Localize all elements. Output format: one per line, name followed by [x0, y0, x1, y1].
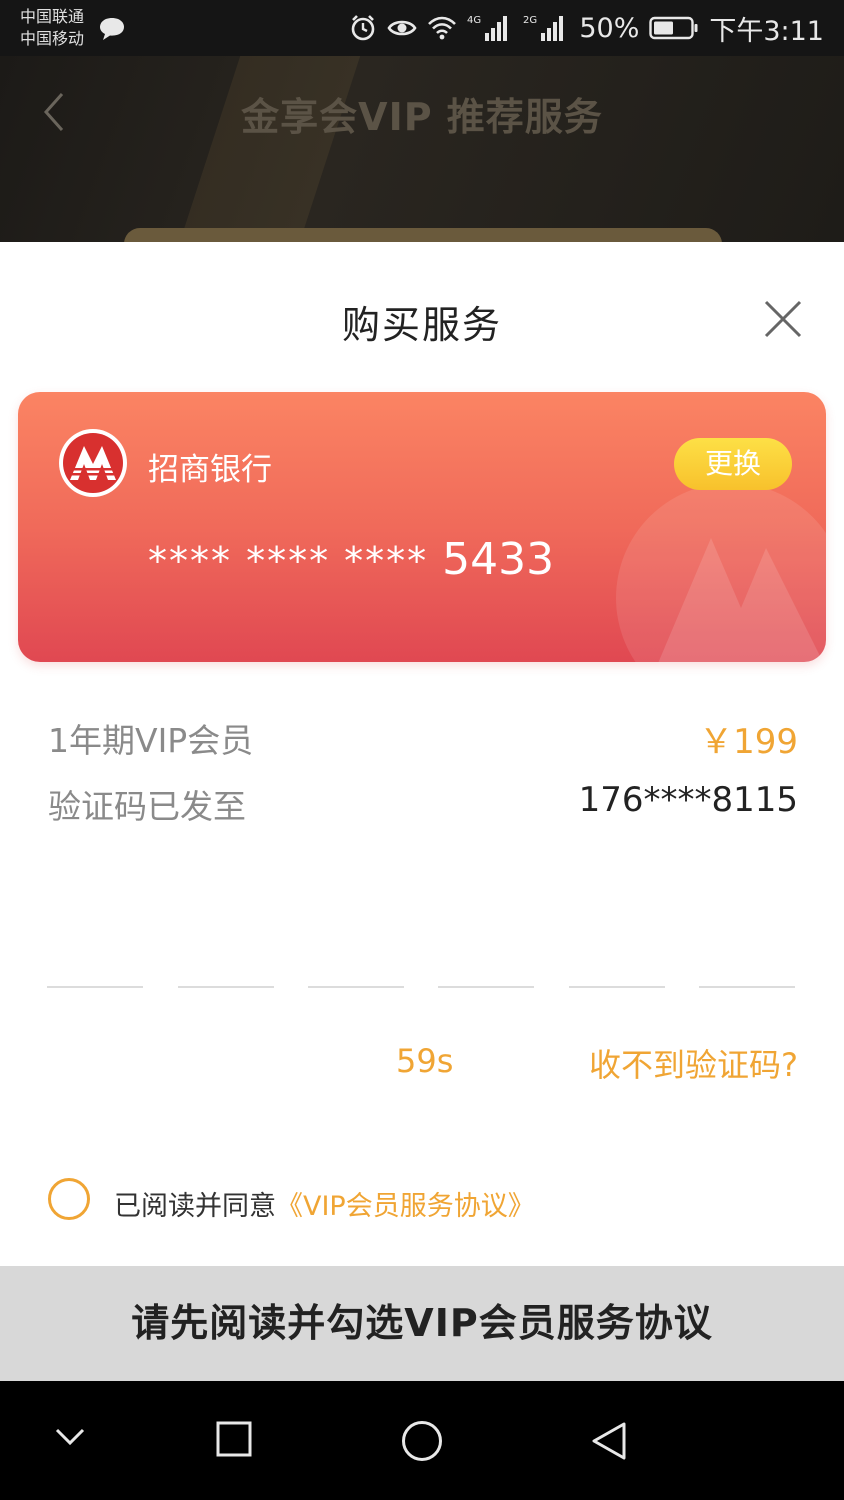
- clock: 下午3:11: [709, 15, 824, 47]
- product-row: 1年期VIP会员 ￥199: [48, 714, 798, 764]
- chat-icon: [100, 18, 124, 40]
- phone-number: 176****8115: [578, 780, 798, 820]
- bank-card: 招商银行 更换 **** **** **** 5433: [18, 392, 826, 662]
- purchase-sheet: 购买服务 招商银行 更换 **** **** **** 5433 1年期VIP会…: [0, 242, 844, 1381]
- signal-icon: 2G: [523, 15, 564, 41]
- background-card-edge: [124, 228, 722, 242]
- code-digit-input[interactable]: [569, 986, 665, 988]
- cmb-logo-icon: [59, 429, 127, 497]
- change-card-button[interactable]: 更换: [674, 438, 792, 490]
- card-number: **** **** **** 5433: [148, 534, 554, 585]
- sms-row: 验证码已发至 176****8115: [48, 780, 798, 830]
- background-page-title: 金享会VIP 推荐服务: [241, 95, 603, 139]
- bank-name: 招商银行: [148, 452, 272, 488]
- chevron-down-icon[interactable]: [54, 1427, 86, 1447]
- carrier-1: 中国联通: [20, 7, 85, 26]
- battery-icon: [649, 16, 698, 40]
- network-2: 2G: [523, 15, 537, 26]
- no-code-link[interactable]: 收不到验证码?: [589, 1040, 798, 1086]
- countdown-timer: 59s: [396, 1042, 454, 1080]
- recents-square-icon[interactable]: [216, 1421, 252, 1457]
- code-digit-input[interactable]: [47, 986, 143, 988]
- background-page-header: 金享会VIP 推荐服务: [0, 56, 844, 242]
- code-digit-input[interactable]: [308, 986, 404, 988]
- agreement-prefix: 已阅读并同意: [114, 1191, 276, 1222]
- agreement-text: 已阅读并同意《VIP会员服务协议》: [114, 1184, 535, 1223]
- back-triangle-icon[interactable]: [591, 1421, 627, 1461]
- sheet-title: 购买服务: [341, 303, 502, 347]
- code-digit-input[interactable]: [699, 986, 795, 988]
- navigation-bar: [0, 1381, 844, 1500]
- code-digit-input[interactable]: [178, 986, 274, 988]
- agreement-checkbox[interactable]: [48, 1178, 90, 1220]
- status-icons: 4G 2G 50% 下午3:11: [349, 8, 824, 48]
- agreement-link[interactable]: 《VIP会员服务协议》: [276, 1191, 535, 1222]
- eye-icon: [387, 20, 417, 36]
- card-number-mask: **** **** ****: [148, 539, 429, 583]
- carrier-2: 中国移动: [20, 29, 85, 48]
- battery-percent: 50%: [579, 12, 640, 44]
- submit-button[interactable]: 请先阅读并勾选VIP会员服务协议: [0, 1266, 844, 1381]
- network-1: 4G: [467, 15, 481, 26]
- alarm-icon: [352, 15, 375, 41]
- bank-watermark-icon: [616, 483, 826, 662]
- wifi-icon: [428, 16, 457, 40]
- carrier-info: 中国联通 中国移动: [20, 6, 84, 50]
- close-icon[interactable]: [762, 298, 804, 340]
- product-price: ￥199: [699, 722, 798, 762]
- product-label: 1年期VIP会员: [48, 721, 254, 760]
- status-bar: 中国联通 中国移动 4G 2G 50% 下午3:11: [0, 0, 844, 56]
- header-decoration: [179, 56, 361, 242]
- card-last4: 5433: [442, 534, 555, 585]
- signal-icon: 4G: [467, 15, 508, 41]
- home-circle-icon[interactable]: [401, 1420, 443, 1462]
- code-digit-input[interactable]: [438, 986, 534, 988]
- sms-label: 验证码已发至: [48, 787, 246, 826]
